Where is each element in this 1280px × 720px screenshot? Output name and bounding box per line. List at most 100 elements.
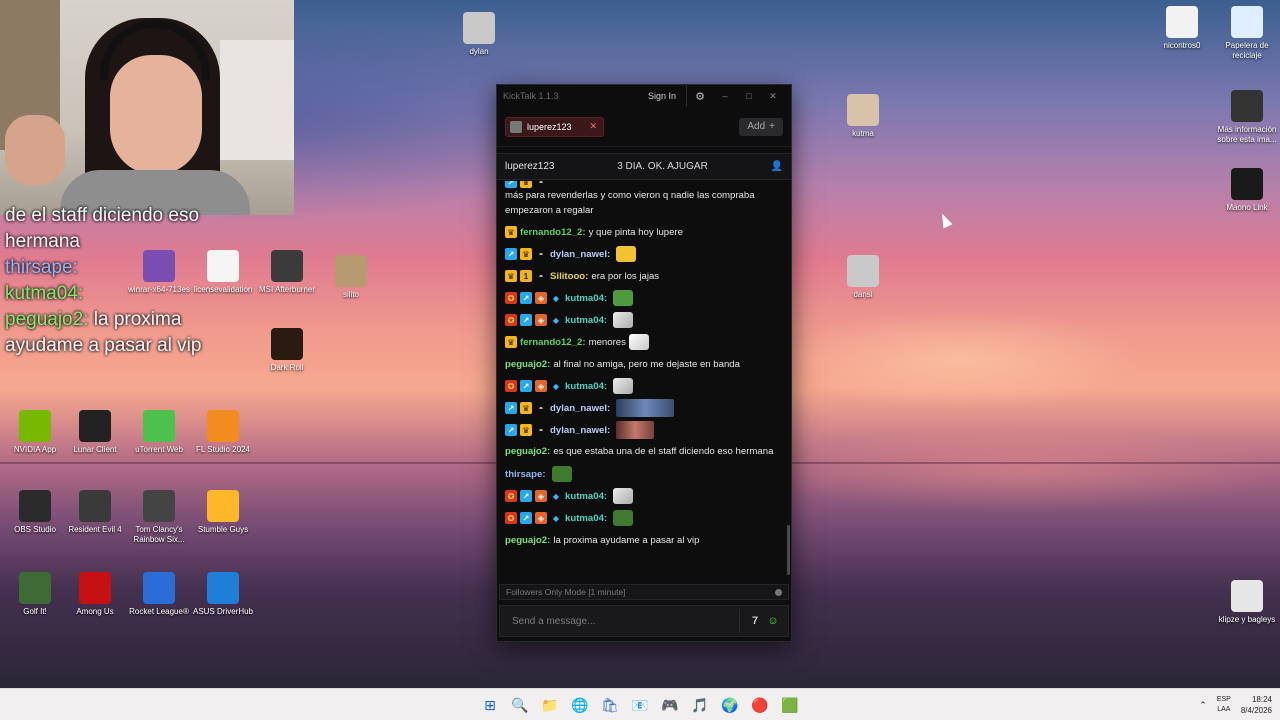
maximize-button[interactable]: □	[737, 91, 761, 101]
shield-badge-icon[interactable]: ◈	[535, 314, 547, 326]
chat-username[interactable]: kutma04:	[565, 489, 607, 504]
windows-start-icon[interactable]: ⊞	[480, 695, 500, 715]
desktop-icon-dylan[interactable]: dylan	[444, 12, 514, 57]
chat-username[interactable]: kutma04:	[565, 313, 607, 328]
desktop-icon-r6[interactable]: Tom Clancy's Rainbow Six...	[124, 490, 194, 545]
crown-badge-icon[interactable]: ♛	[520, 402, 532, 414]
chat-username[interactable]: dylan_nawel:	[550, 423, 610, 438]
chat-username[interactable]: peguajo2:	[505, 444, 550, 459]
store-icon[interactable]: 🛍	[600, 695, 620, 715]
scrollbar[interactable]	[787, 525, 790, 575]
channel-name[interactable]: luperez123	[505, 161, 554, 172]
language-indicator[interactable]: ESP LAA	[1217, 695, 1231, 715]
subscriber-badge-icon[interactable]: ↗	[520, 512, 532, 524]
game-icon[interactable]: 🎮	[660, 695, 680, 715]
chat-emote-image[interactable]	[613, 488, 634, 504]
desktop-icon-info[interactable]: Más información sobre esta ima...	[1212, 90, 1280, 145]
tab-luperez123[interactable]: luperez123 ✕	[505, 116, 605, 137]
chat-message[interactable]: ✪ ↗ ◈ ◆ kutma04:	[505, 309, 783, 331]
chat-username[interactable]: peguajo2:	[505, 533, 550, 548]
edge-icon[interactable]: 🌐	[570, 695, 590, 715]
chat-message[interactable]: peguajo2: al final no amiga, pero me deja…	[505, 353, 783, 375]
clock[interactable]: 18:24 8/4/2026	[1241, 694, 1272, 716]
outlook-icon[interactable]: 📧	[630, 695, 650, 715]
desktop-icon-lunar[interactable]: Lunar Client	[60, 410, 130, 455]
chat-message[interactable]: ♛ fernando12_2: y que pinta hoy lupere	[505, 221, 783, 243]
subscriber-badge-icon[interactable]: ↗	[520, 314, 532, 326]
cube-badge-icon[interactable]: ◆	[550, 292, 562, 304]
desktop-icon-dansi[interactable]: dansi	[828, 255, 898, 300]
window-titlebar[interactable]: KickTalk 1.1.3 Sign In ⚙ – □ ✕	[497, 85, 791, 107]
desktop-icon-flstudio[interactable]: FL Studio 2024	[188, 410, 258, 455]
one-badge-icon[interactable]: 1	[520, 270, 532, 282]
shield-badge-icon[interactable]: ◈	[535, 512, 547, 524]
kick-icon[interactable]: 🟩	[780, 695, 800, 715]
gear-icon[interactable]: ⚙	[687, 90, 713, 103]
cube-badge-icon[interactable]: ◆	[550, 380, 562, 392]
subscriber-badge-icon[interactable]: ↗	[520, 380, 532, 392]
chat-message[interactable]: thirsape:	[505, 463, 783, 485]
subscriber-badge-icon[interactable]: ↗	[505, 181, 517, 188]
chat-message[interactable]: ↗ ♛ ◓ más para revenderlas y como vieron q …	[505, 181, 783, 221]
crown-badge-icon[interactable]: ♛	[520, 181, 532, 188]
desktop-icon-rocket[interactable]: Rocket League®	[124, 572, 194, 617]
mask-badge-icon[interactable]: ◓	[535, 402, 547, 414]
shield-badge-icon[interactable]: ◈	[535, 490, 547, 502]
chat-username[interactable]: Silitooo:	[550, 269, 588, 284]
info-icon[interactable]	[775, 588, 782, 596]
crown-badge-icon[interactable]: ♛	[520, 424, 532, 436]
chat-message[interactable]: ✪ ↗ ◈ ◆ kutma04:	[505, 507, 783, 529]
chat-message-list[interactable]: ↗ ♛ ◓ más para revenderlas y como vieron q …	[497, 181, 791, 577]
chat-message[interactable]: ♛ fernando12_2: menores	[505, 331, 783, 353]
desktop-icon-asus[interactable]: ASUS DriverHub	[188, 572, 258, 617]
obs-icon[interactable]: 🔴	[750, 695, 770, 715]
sign-in-button[interactable]: Sign In	[638, 85, 687, 107]
desktop-icon-klipze[interactable]: klipze y bagleys	[1212, 580, 1280, 625]
mask-badge-icon[interactable]: ◓	[535, 181, 547, 188]
chat-message[interactable]: ↗ ♛ ◓ dylan_nawel:	[505, 397, 783, 419]
subscriber-badge-icon[interactable]: ↗	[505, 424, 517, 436]
minimize-button[interactable]: –	[713, 91, 737, 101]
spotify-icon[interactable]: 🎵	[690, 695, 710, 715]
shield-badge-icon[interactable]: ◈	[535, 380, 547, 392]
desktop-icon-stumble[interactable]: Stumble Guys	[188, 490, 258, 535]
cube-badge-icon[interactable]: ◆	[550, 512, 562, 524]
mask-badge-icon[interactable]: ◓	[535, 248, 547, 260]
close-icon[interactable]: ✕	[590, 121, 598, 132]
chat-username[interactable]: kutma04:	[565, 291, 607, 306]
crown-badge-icon[interactable]: ♛	[520, 248, 532, 260]
chat-emote-image[interactable]	[616, 246, 637, 262]
chat-emote-image[interactable]	[616, 421, 655, 439]
chat-message[interactable]: ✪ ↗ ◈ ◆ kutma04:	[505, 485, 783, 507]
shield-badge-icon[interactable]: ◈	[535, 292, 547, 304]
chat-message[interactable]: peguajo2: es que estaba una de el staff d…	[505, 441, 783, 463]
chat-username[interactable]: fernando12_2:	[520, 225, 586, 240]
desktop-icon-kutma[interactable]: kutma	[828, 94, 898, 139]
chat-message[interactable]: ↗ ♛ ◓ dylan_nawel:	[505, 243, 783, 265]
file-explorer-icon[interactable]: 📁	[540, 695, 560, 715]
kick-emote-icon[interactable]: ☺	[764, 612, 782, 630]
chat-username[interactable]: dylan_nawel:	[550, 247, 610, 262]
chat-username[interactable]: thirsape:	[505, 467, 546, 482]
subscriber-badge-icon[interactable]: ↗	[505, 248, 517, 260]
chat-message[interactable]: ↗ ♛ ◓ dylan_nawel:	[505, 419, 783, 441]
close-button[interactable]: ✕	[761, 91, 785, 102]
desktop-icon-silito[interactable]: silito	[316, 255, 386, 300]
og-badge-icon[interactable]: ✪	[505, 380, 517, 392]
message-input[interactable]	[506, 615, 733, 627]
desktop-icon-recycle[interactable]: Papelera de reciclaje	[1212, 6, 1280, 61]
desktop-icon-re4[interactable]: Resident Evil 4	[60, 490, 130, 535]
og-badge-icon[interactable]: ✪	[505, 314, 517, 326]
desktop-icon-nicotros[interactable]: nicontros0	[1147, 6, 1217, 51]
og-badge-icon[interactable]: ✪	[505, 292, 517, 304]
mask-badge-icon[interactable]: ◓	[535, 424, 547, 436]
seventv-emote-icon[interactable]: 7	[746, 612, 764, 630]
chat-emote-image[interactable]	[613, 312, 634, 328]
cube-badge-icon[interactable]: ◆	[550, 490, 562, 502]
chrome-icon[interactable]: 🌍	[720, 695, 740, 715]
subscriber-badge-icon[interactable]: ↗	[520, 292, 532, 304]
chat-username[interactable]: fernando12_2:	[520, 335, 586, 350]
chat-emote-image[interactable]	[613, 378, 634, 394]
crown-badge-icon[interactable]: ♛	[505, 226, 517, 238]
chat-emote-image[interactable]	[613, 290, 634, 306]
